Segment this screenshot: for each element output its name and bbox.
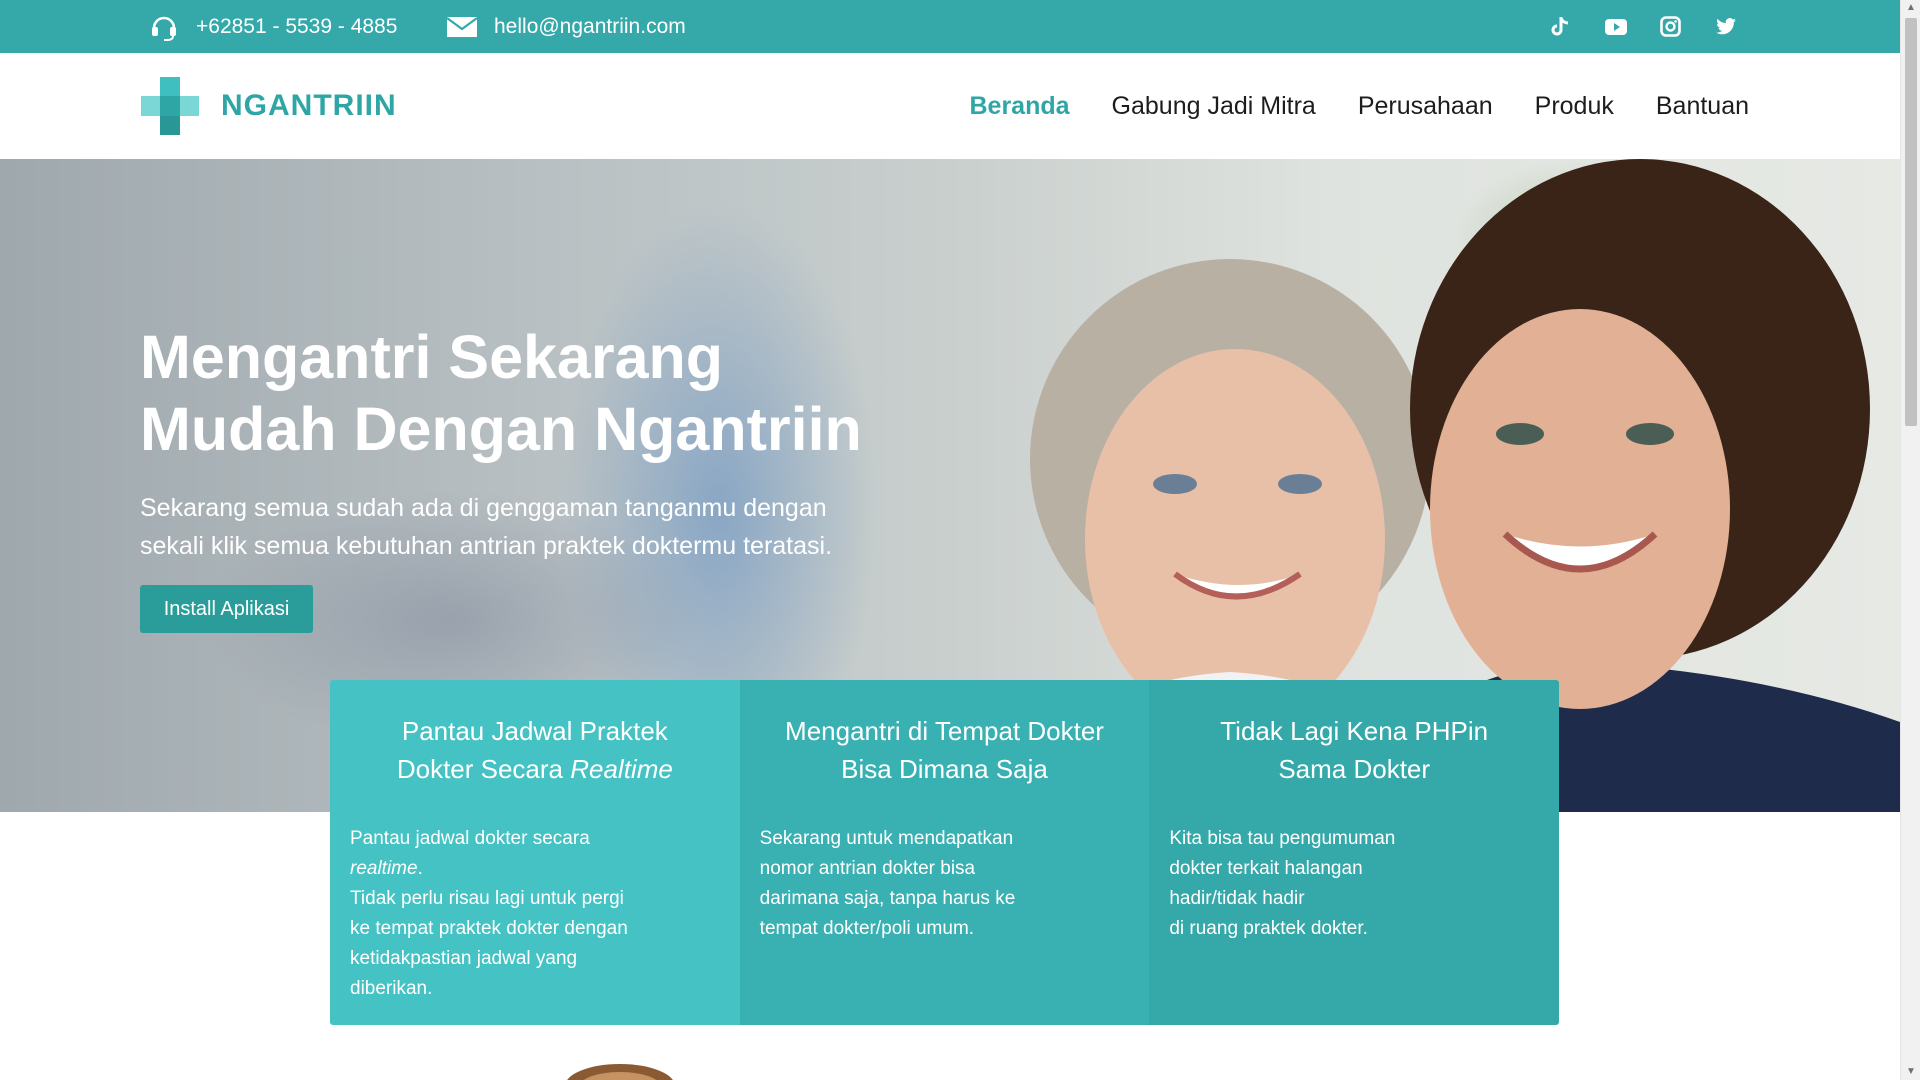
feature-title-line2: Dokter Secara — [396, 754, 571, 784]
feature-card-body: Pantau jadwal dokter secara realtime. Tida… — [350, 828, 628, 999]
email-contact[interactable]: hello@ngantriin.com — [446, 0, 686, 53]
feature-title-line1: Mengantri di Tempat Dokter — [785, 716, 1104, 746]
scroll-down-arrow-icon[interactable]: ▼ — [1901, 1064, 1920, 1080]
social-links — [1548, 0, 1738, 53]
nav-menu: Beranda Gabung Jadi Mitra Perusahaan Pro… — [969, 53, 1749, 159]
nav-item-perusahaan[interactable]: Perusahaan — [1358, 92, 1493, 121]
feature-card-antri: Mengantri di Tempat Dokter Bisa Dimana S… — [739, 680, 1150, 1025]
page-scrollbar[interactable]: ▲ ▼ — [1900, 0, 1920, 1080]
scroll-up-arrow-icon[interactable]: ▲ — [1901, 0, 1920, 16]
main-navbar: NGANTRIIN Beranda Gabung Jadi Mitra Peru… — [0, 53, 1900, 159]
nav-item-produk[interactable]: Produk — [1535, 92, 1614, 121]
phone-number: +62851 - 5539 - 4885 — [196, 14, 398, 38]
hero-title-line1: Mengantri Sekarang — [140, 323, 724, 391]
feature-title-line1: Tidak Lagi Kena PHPin — [1220, 716, 1489, 746]
feature-card-title: Pantau Jadwal Praktek Dokter Secara Real… — [350, 712, 720, 788]
feature-card-body: Kita bisa tau pengumuman dokter terkait … — [1169, 828, 1396, 939]
feature-title-line1: Pantau Jadwal Praktek — [401, 716, 668, 746]
brand-logo[interactable]: NGANTRIIN — [141, 77, 397, 135]
feature-body-emphasis: realtime — [350, 858, 418, 879]
feature-body-rest: Tidak perlu risau lagi untuk pergi ke te… — [350, 888, 628, 999]
hero-subtitle-line1: Sekarang semua sudah ada di genggaman ta… — [140, 494, 827, 522]
brand-name: NGANTRIIN — [221, 89, 397, 122]
email-address: hello@ngantriin.com — [494, 14, 686, 38]
next-section-image-peek — [567, 1064, 673, 1080]
nav-item-beranda[interactable]: Beranda — [969, 92, 1069, 121]
headset-icon — [152, 16, 176, 41]
install-app-button[interactable]: Install Aplikasi — [140, 585, 313, 633]
medical-cross-icon — [141, 77, 199, 135]
feature-card-jadwal: Pantau Jadwal Praktek Dokter Secara Real… — [330, 680, 740, 1025]
hero-subtitle: Sekarang semua sudah ada di genggaman ta… — [140, 489, 960, 565]
hero-subtitle-line2: sekali klik semua kebutuhan antrian prak… — [140, 532, 833, 560]
twitter-icon[interactable] — [1713, 14, 1738, 39]
feature-card-body: Sekarang untuk mendapatkan nomor antrian… — [759, 828, 1016, 939]
hero-title-line2: Mudah Dengan Ngantriin — [140, 395, 862, 463]
feature-cards: Pantau Jadwal Praktek Dokter Secara Real… — [330, 680, 1559, 1025]
nav-item-gabung-jadi-mitra[interactable]: Gabung Jadi Mitra — [1112, 92, 1316, 121]
tiktok-icon[interactable] — [1548, 14, 1573, 39]
youtube-icon[interactable] — [1603, 14, 1628, 39]
feature-title-line2: Bisa Dimana Saja — [841, 754, 1048, 784]
feature-card-phpin: Tidak Lagi Kena PHPin Sama Dokter Kita b… — [1149, 680, 1559, 1025]
mail-icon — [446, 16, 478, 37]
feature-body-line1: Pantau jadwal dokter secara — [350, 828, 590, 849]
feature-title-emphasis: Realtime — [570, 754, 673, 784]
top-contact-bar: +62851 - 5539 - 4885 hello@ngantriin.com — [0, 0, 1900, 53]
nav-item-bantuan[interactable]: Bantuan — [1656, 92, 1749, 121]
scrollbar-thumb[interactable] — [1905, 18, 1917, 426]
feature-title-line2: Sama Dokter — [1278, 754, 1431, 784]
phone-contact[interactable]: +62851 - 5539 - 4885 — [148, 0, 397, 53]
feature-card-title: Tidak Lagi Kena PHPin Sama Dokter — [1169, 712, 1539, 788]
hero-title: Mengantri Sekarang Mudah Dengan Ngantrii… — [140, 321, 1040, 465]
feature-card-title: Mengantri di Tempat Dokter Bisa Dimana S… — [760, 712, 1130, 788]
instagram-icon[interactable] — [1658, 14, 1683, 39]
